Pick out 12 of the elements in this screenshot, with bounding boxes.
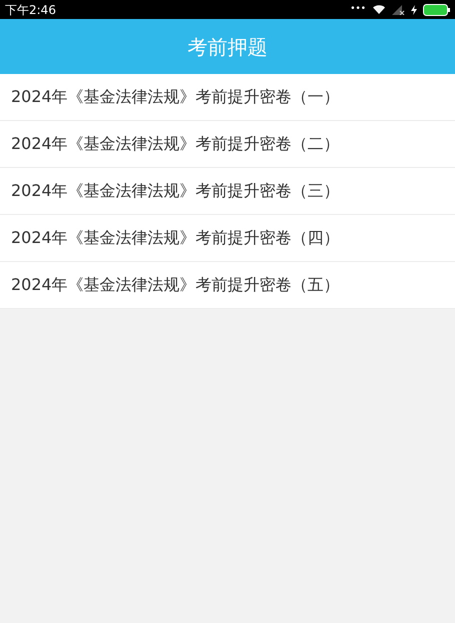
list-item[interactable]: 2024年《基金法律法规》考前提升密卷（四） [0,215,455,262]
status-time: 下午2:46 [5,4,56,16]
list-item[interactable]: 2024年《基金法律法规》考前提升密卷（一） [0,74,455,121]
charging-icon [411,4,417,14]
page-title: 考前押题 [188,34,268,60]
wifi-icon [372,4,386,15]
battery-icon [423,4,450,16]
more-status: ••• [350,5,366,14]
list-item[interactable]: 2024年《基金法律法规》考前提升密卷（三） [0,168,455,215]
list-item[interactable]: 2024年《基金法律法规》考前提升密卷（二） [0,121,455,168]
signal-icon [392,4,405,14]
list-item[interactable]: 2024年《基金法律法规》考前提升密卷（五） [0,262,455,309]
